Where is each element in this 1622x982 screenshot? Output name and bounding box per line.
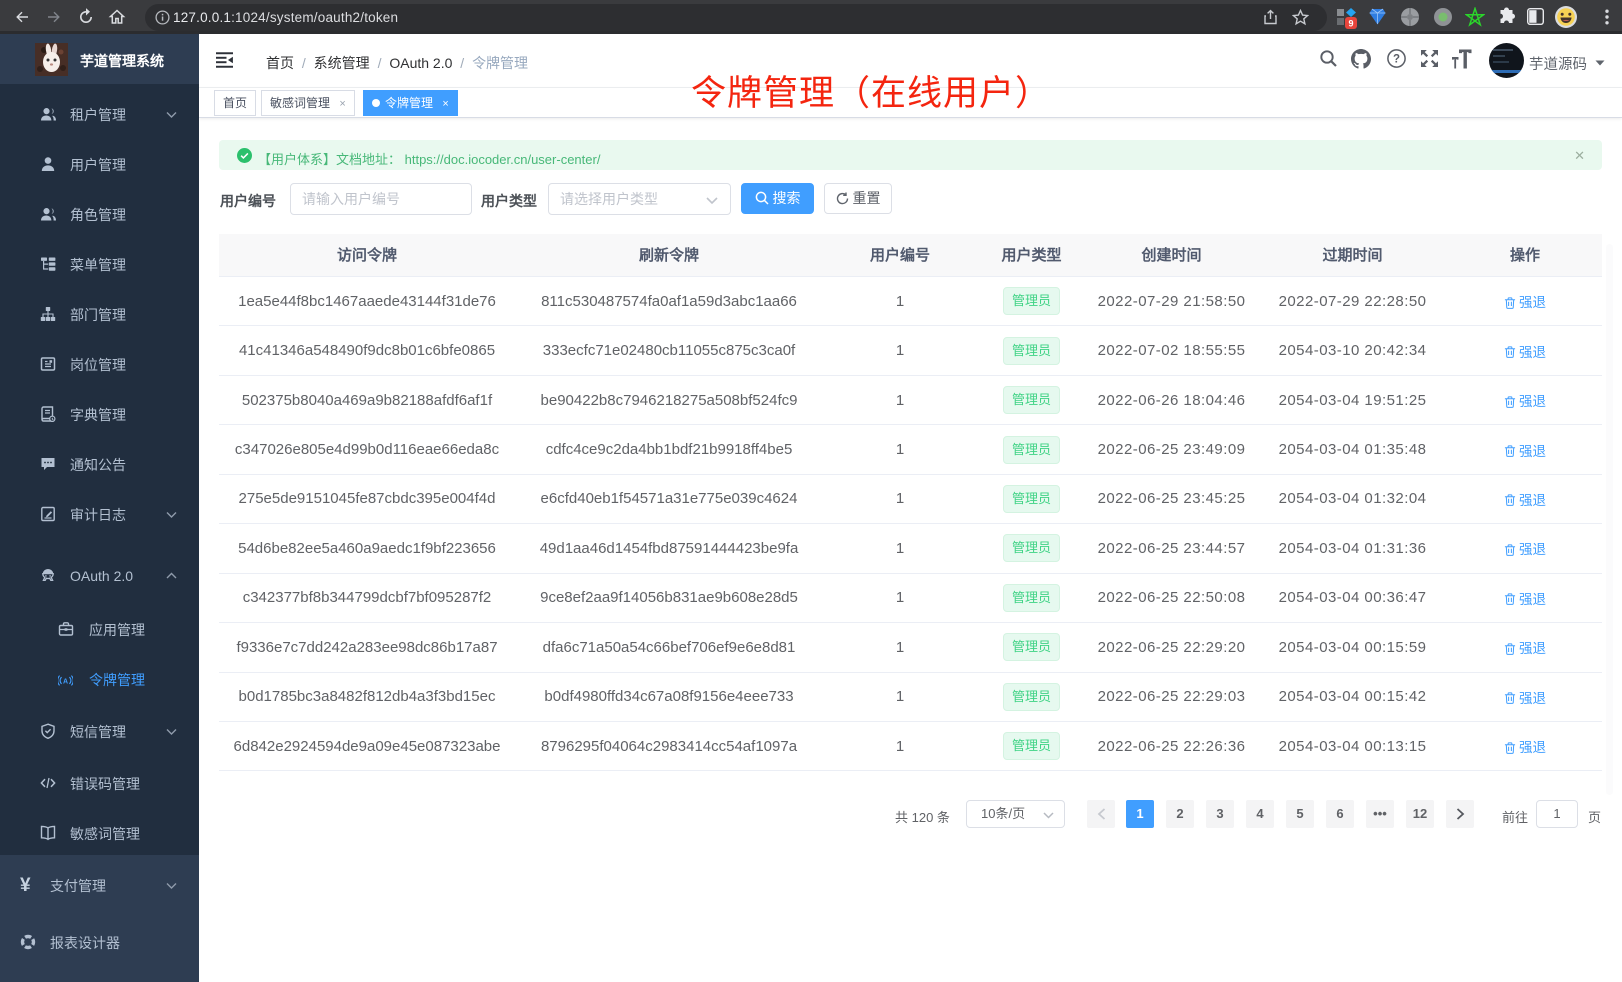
- svg-text:?: ?: [1393, 54, 1400, 66]
- svg-text:A: A: [63, 679, 68, 686]
- svg-text:9: 9: [1348, 18, 1353, 28]
